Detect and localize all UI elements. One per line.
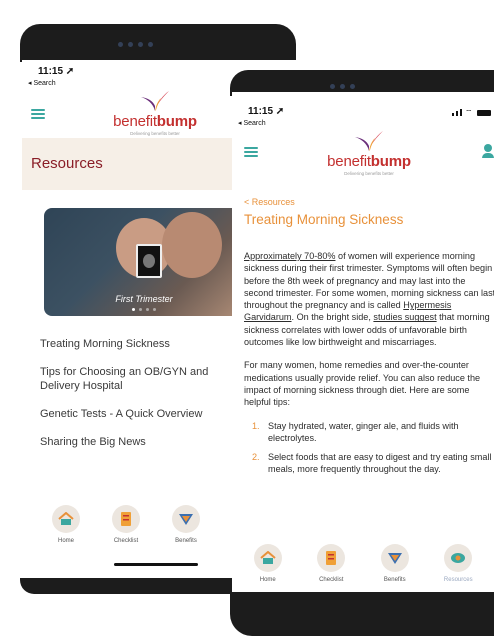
nav-label: Home: [259, 577, 276, 583]
page-title: Resources: [31, 155, 103, 172]
checklist-icon: [317, 544, 346, 572]
nav-resources[interactable]: Resources: [429, 544, 487, 583]
menu-icon[interactable]: [31, 109, 45, 119]
nav-checklist[interactable]: Checklist: [302, 544, 360, 583]
shield-icon: [380, 544, 409, 572]
front-phone-camera: [330, 84, 355, 90]
status-time: 11:15 ➚: [248, 106, 285, 117]
ultrasound-photo: [136, 244, 162, 278]
article-title: Treating Morning Sickness: [244, 212, 404, 227]
status-back-search[interactable]: ◂ Search: [238, 119, 266, 127]
signal-icon: [452, 109, 462, 116]
carousel-pager[interactable]: [44, 308, 244, 311]
logo-tagline: Delivering benefits better: [344, 171, 394, 176]
status-back-search[interactable]: ◂ Search: [28, 79, 56, 87]
home-icon: [52, 505, 80, 533]
front-phone-screen: 11:15 ➚ ◂ Search ⌔ benefitbump Deliverin…: [232, 92, 494, 592]
source-link[interactable]: studies suggest: [373, 312, 436, 322]
status-time: 11:15 ➚: [38, 66, 75, 77]
man-figure: [162, 212, 222, 278]
resource-link[interactable]: Tips for Choosing an OB/GYN and Delivery…: [40, 365, 245, 393]
bird-icon: [141, 91, 169, 111]
logo-wordmark: benefitbump: [113, 113, 197, 130]
nav-home[interactable]: Home: [37, 505, 95, 544]
checklist-icon: [112, 505, 140, 533]
resources-icon: [444, 544, 473, 572]
nav-home[interactable]: Home: [239, 544, 297, 583]
nav-label: Checklist: [319, 577, 344, 583]
list-item: 1. Stay hydrated, water, ginger ale, and …: [252, 420, 459, 443]
back-phone-bottom-bezel: [20, 578, 232, 594]
nav-label: Checklist: [113, 538, 139, 544]
logo-wordmark: benefitbump: [327, 153, 411, 170]
home-indicator[interactable]: [114, 563, 198, 566]
carousel-card[interactable]: First Trimester: [44, 208, 244, 316]
tips-list: 1. Stay hydrated, water, ginger ale, and …: [244, 420, 494, 476]
shield-icon: [172, 505, 200, 533]
back-phone-camera: [118, 42, 153, 48]
source-link[interactable]: Approximately 70-80%: [244, 251, 336, 261]
article-paragraph: Approximately 70-80% of women will exper…: [244, 251, 494, 348]
back-phone-top-bezel: [20, 24, 296, 62]
bottom-nav: Home Checklist Benefits Resources: [236, 544, 490, 583]
nav-label: Benefits: [175, 538, 197, 544]
wifi-icon: ⌔: [465, 108, 473, 117]
account-icon[interactable]: [482, 144, 494, 158]
benefitbump-logo: benefitbump Delivering benefits better: [100, 89, 210, 136]
menu-icon[interactable]: [244, 147, 258, 157]
nav-benefits[interactable]: Benefits: [366, 544, 424, 583]
home-icon: [253, 544, 282, 572]
battery-icon: [477, 110, 491, 116]
nav-checklist[interactable]: Checklist: [97, 505, 155, 544]
nav-label: Home: [57, 538, 74, 544]
bottom-nav: Home Checklist Benefits: [36, 505, 216, 544]
nav-label: Benefits: [383, 577, 406, 583]
nav-benefits[interactable]: Benefits: [157, 505, 215, 544]
back-to-resources-link[interactable]: < Resources: [244, 197, 295, 207]
benefitbump-logo: benefitbump Delivering benefits better: [314, 129, 424, 176]
nav-label: Resources: [443, 577, 473, 583]
article-paragraph: For many women, home remedies and over-t…: [244, 360, 481, 408]
article-body: Approximately 70-80% of women will exper…: [244, 250, 494, 483]
front-phone-bottom-bezel: [230, 592, 494, 636]
bird-icon: [355, 131, 383, 151]
list-item: 2. Select foods that are easy to digest a…: [252, 452, 492, 475]
carousel-caption: First Trimester: [115, 294, 173, 304]
logo-tagline: Delivering benefits better: [130, 131, 180, 136]
